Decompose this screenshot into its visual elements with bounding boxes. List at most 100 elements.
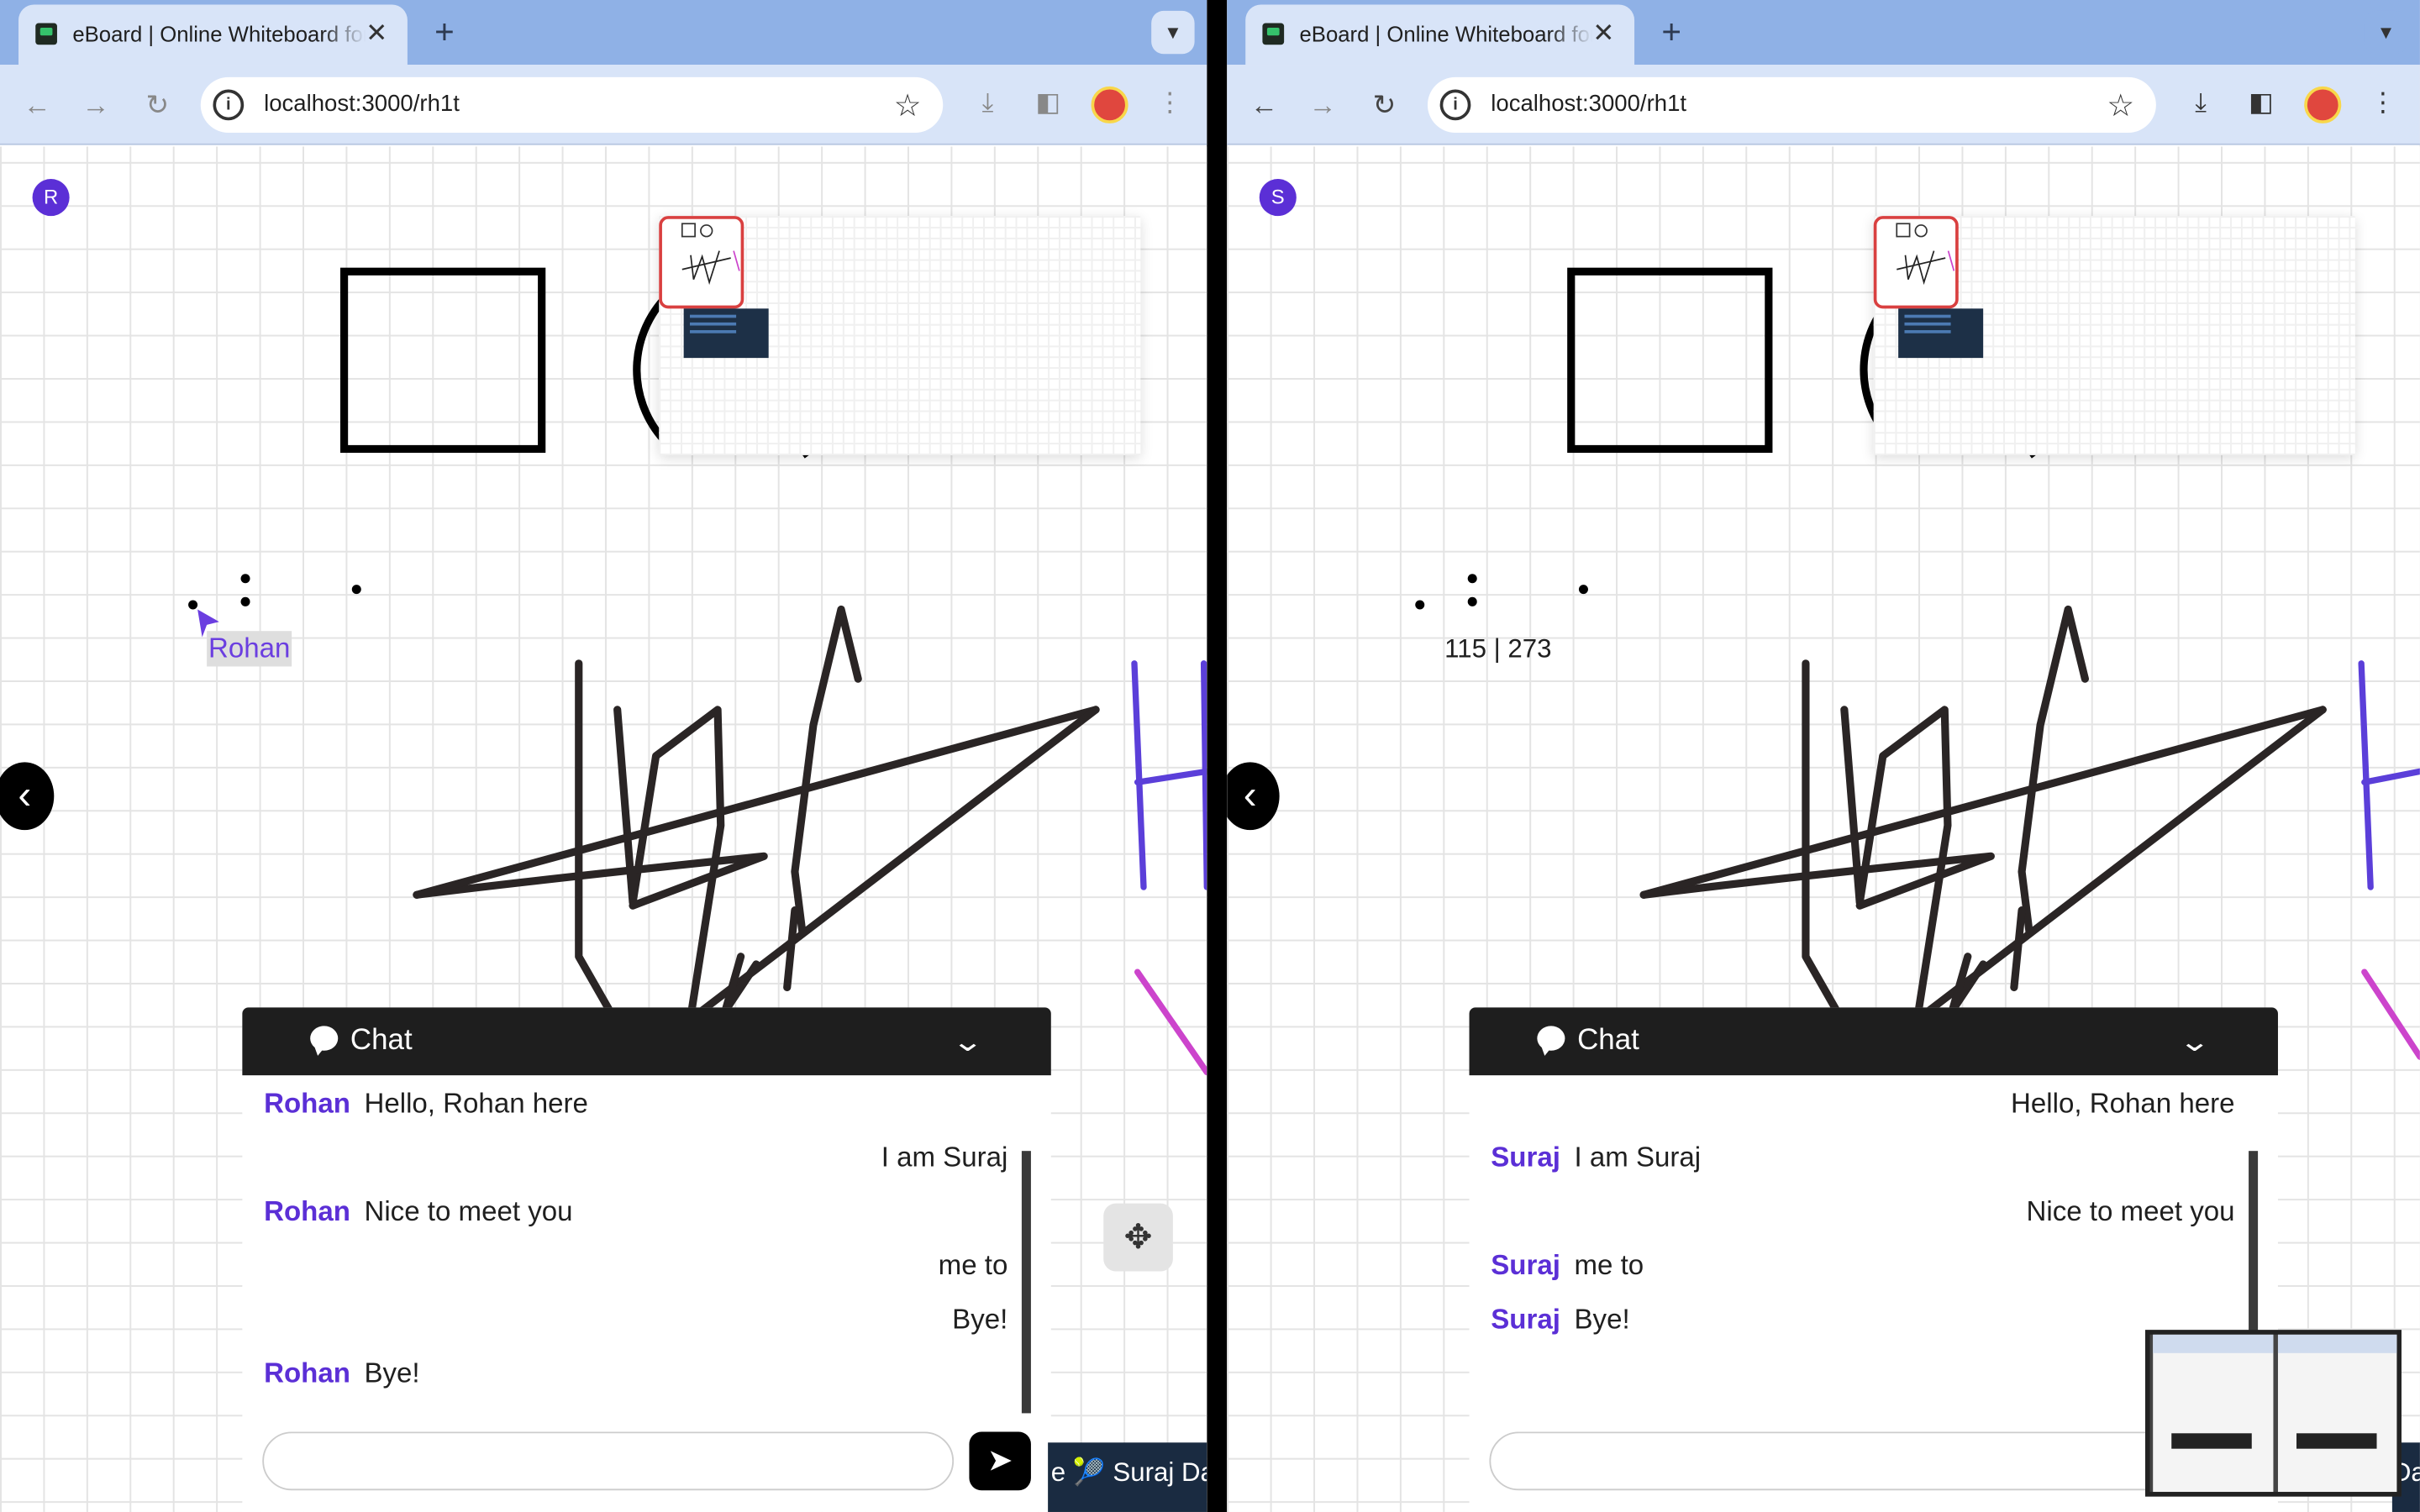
- side-panel-icon[interactable]: ◧: [1029, 85, 1066, 122]
- message-text: Nice to meet you: [2026, 1195, 2235, 1227]
- message-author: Suraj: [1491, 1249, 1560, 1281]
- back-arrow-icon[interactable]: ←: [1245, 87, 1282, 123]
- message-text: I am Suraj: [1574, 1142, 1702, 1173]
- message-author: Suraj: [1491, 1304, 1560, 1335]
- minimap-board-thumbnail[interactable]: [1873, 216, 1959, 309]
- tab-title: eBoard | Online Whiteboard for: [1299, 21, 1593, 47]
- site-info-icon[interactable]: i: [213, 89, 245, 121]
- site-info-icon[interactable]: i: [1439, 89, 1471, 121]
- chat-message: Nice to meet you: [1491, 1188, 2234, 1234]
- new-tab-icon[interactable]: +: [1653, 13, 1690, 51]
- chat-messages: Rohan Hello, Rohan here I am Suraj Rohan N…: [242, 1084, 1050, 1431]
- chevron-down-icon[interactable]: ⌄: [2169, 1023, 2221, 1060]
- chat-title: Chat: [350, 1024, 413, 1058]
- drawn-dot: [240, 596, 250, 606]
- chat-message: Suraj I am Suraj: [1491, 1134, 2234, 1180]
- active-tab[interactable]: eBoard | Online Whiteboard for ✕: [18, 4, 408, 66]
- chat-message: Suraj Bye!: [1491, 1296, 2234, 1342]
- tab-bar: eBoard | Online Whiteboard for ✕ + ▼: [0, 0, 1207, 66]
- chat-input[interactable]: [262, 1431, 955, 1491]
- drawn-dot: [351, 585, 361, 595]
- forward-arrow-icon[interactable]: →: [77, 87, 114, 123]
- profile-avatar[interactable]: [1091, 86, 1128, 123]
- back-arrow-icon[interactable]: ←: [18, 87, 55, 123]
- chat-message: me to: [264, 1242, 1008, 1289]
- cursor-coordinates: 115 | 273: [1444, 633, 1552, 664]
- magenta-stroke: [2361, 969, 2420, 1060]
- kebab-menu-icon[interactable]: ⋮: [2365, 85, 2402, 122]
- magenta-stroke: [1134, 969, 1207, 1076]
- chat-message: Hello, Rohan here: [1491, 1080, 2234, 1126]
- chevron-down-icon[interactable]: ▼: [1151, 10, 1195, 55]
- minimap[interactable]: [659, 216, 1141, 455]
- chevron-down-icon[interactable]: ⌄: [942, 1023, 994, 1060]
- message-text: Hello, Rohan here: [364, 1087, 588, 1119]
- chat-input[interactable]: [1489, 1431, 2181, 1491]
- kebab-menu-icon[interactable]: ⋮: [1151, 85, 1188, 122]
- left-browser-window: eBoard | Online Whiteboard for ✕ + ▼ ← →…: [0, 0, 1207, 1512]
- right-browser-window: eBoard | Online Whiteboard for ✕ + ▼ ← →…: [1227, 0, 2420, 1512]
- chat-bubble-icon: [310, 1026, 339, 1051]
- whiteboard-canvas[interactable]: S 115 | 273 ‹ Chat ⌄ Hello, Rohan here S…: [1227, 146, 2420, 1512]
- chat-scrollbar[interactable]: [1021, 1151, 1031, 1414]
- chat-header[interactable]: Chat ⌄: [242, 1007, 1051, 1076]
- forward-arrow-icon[interactable]: →: [1304, 87, 1341, 123]
- star-icon[interactable]: ☆: [2107, 87, 2134, 125]
- chat-message: Bye!: [264, 1296, 1007, 1342]
- purple-stroke: [1131, 660, 1207, 890]
- message-text: I am Suraj: [881, 1142, 1008, 1173]
- screenshot-thumbnail[interactable]: [2145, 1330, 2402, 1497]
- reload-icon[interactable]: ↻: [1365, 87, 1402, 123]
- drawn-dot: [240, 574, 250, 584]
- close-tab-icon[interactable]: ✕: [361, 18, 392, 50]
- chat-message: Suraj me to: [1491, 1242, 2234, 1289]
- eboard-favicon-icon: [1262, 23, 1285, 45]
- minimap-image-thumbnail[interactable]: [1898, 308, 1984, 359]
- message-text: me to: [938, 1249, 1008, 1281]
- eboard-favicon-icon: [35, 23, 57, 45]
- drawn-dot: [1578, 585, 1588, 595]
- user-avatar[interactable]: R: [32, 179, 70, 217]
- user-list-text: e 🎾 Suraj Dalvi: [1050, 1457, 1207, 1488]
- address-bar[interactable]: i localhost:3000/rh1t ☆: [200, 76, 944, 133]
- whiteboard-canvas[interactable]: R Rohan ‹ Chat ⌄ Rohan Hello, Rohan here…: [0, 146, 1207, 1512]
- chevron-down-icon[interactable]: ▼: [2364, 10, 2408, 55]
- chat-scrollbar[interactable]: [2249, 1151, 2259, 1336]
- chat-panel: Chat ⌄ Rohan Hello, Rohan here I am Suraj…: [242, 1007, 1051, 1512]
- new-tab-icon[interactable]: +: [426, 13, 463, 51]
- download-icon[interactable]: ⤓: [2182, 85, 2219, 122]
- active-tab[interactable]: eBoard | Online Whiteboard for ✕: [1245, 4, 1635, 66]
- close-tab-icon[interactable]: ✕: [1588, 18, 1619, 50]
- message-author: Rohan: [264, 1357, 350, 1389]
- message-text: Bye!: [952, 1304, 1008, 1335]
- minimap[interactable]: [1873, 216, 2355, 455]
- message-author: Rohan: [264, 1087, 350, 1119]
- reload-icon[interactable]: ↻: [139, 87, 176, 123]
- minimap-board-thumbnail[interactable]: [659, 216, 744, 309]
- chat-message: Rohan Nice to meet you: [264, 1188, 1007, 1234]
- download-icon[interactable]: ⤓: [969, 85, 1006, 122]
- scribble-drawing: [413, 605, 1100, 1046]
- move-arrows-icon[interactable]: ✥: [1103, 1203, 1173, 1272]
- drawn-dot: [1467, 574, 1477, 584]
- chat-compose: ➤: [242, 1431, 1050, 1512]
- message-text: Bye!: [1574, 1304, 1630, 1335]
- message-author: Suraj: [1491, 1142, 1560, 1173]
- message-text: Bye!: [364, 1357, 420, 1389]
- browser-toolbar: ← → ↻ i localhost:3000/rh1t ☆ ⤓ ◧ ⋮: [1227, 65, 2420, 145]
- screen: eBoard | Online Whiteboard for ✕ + ▼ ← →…: [0, 0, 2420, 1512]
- side-panel-icon[interactable]: ◧: [2243, 85, 2280, 122]
- send-icon[interactable]: ➤: [969, 1431, 1031, 1491]
- message-text: me to: [1574, 1249, 1644, 1281]
- profile-avatar[interactable]: [2304, 86, 2342, 123]
- browser-toolbar: ← → ↻ i localhost:3000/rh1t ☆ ⤓ ◧ ⋮: [0, 65, 1207, 145]
- minimap-image-thumbnail[interactable]: [683, 308, 769, 359]
- remote-cursor-label: Rohan: [207, 631, 292, 667]
- user-avatar[interactable]: S: [1259, 179, 1297, 217]
- address-bar[interactable]: i localhost:3000/rh1t ☆: [1427, 76, 2156, 133]
- message-text: Hello, Rohan here: [2011, 1087, 2235, 1119]
- chat-header[interactable]: Chat ⌄: [1469, 1007, 2278, 1076]
- star-icon[interactable]: ☆: [894, 87, 922, 125]
- purple-stroke: [2358, 660, 2420, 890]
- chat-message: Rohan Hello, Rohan here: [264, 1080, 1007, 1126]
